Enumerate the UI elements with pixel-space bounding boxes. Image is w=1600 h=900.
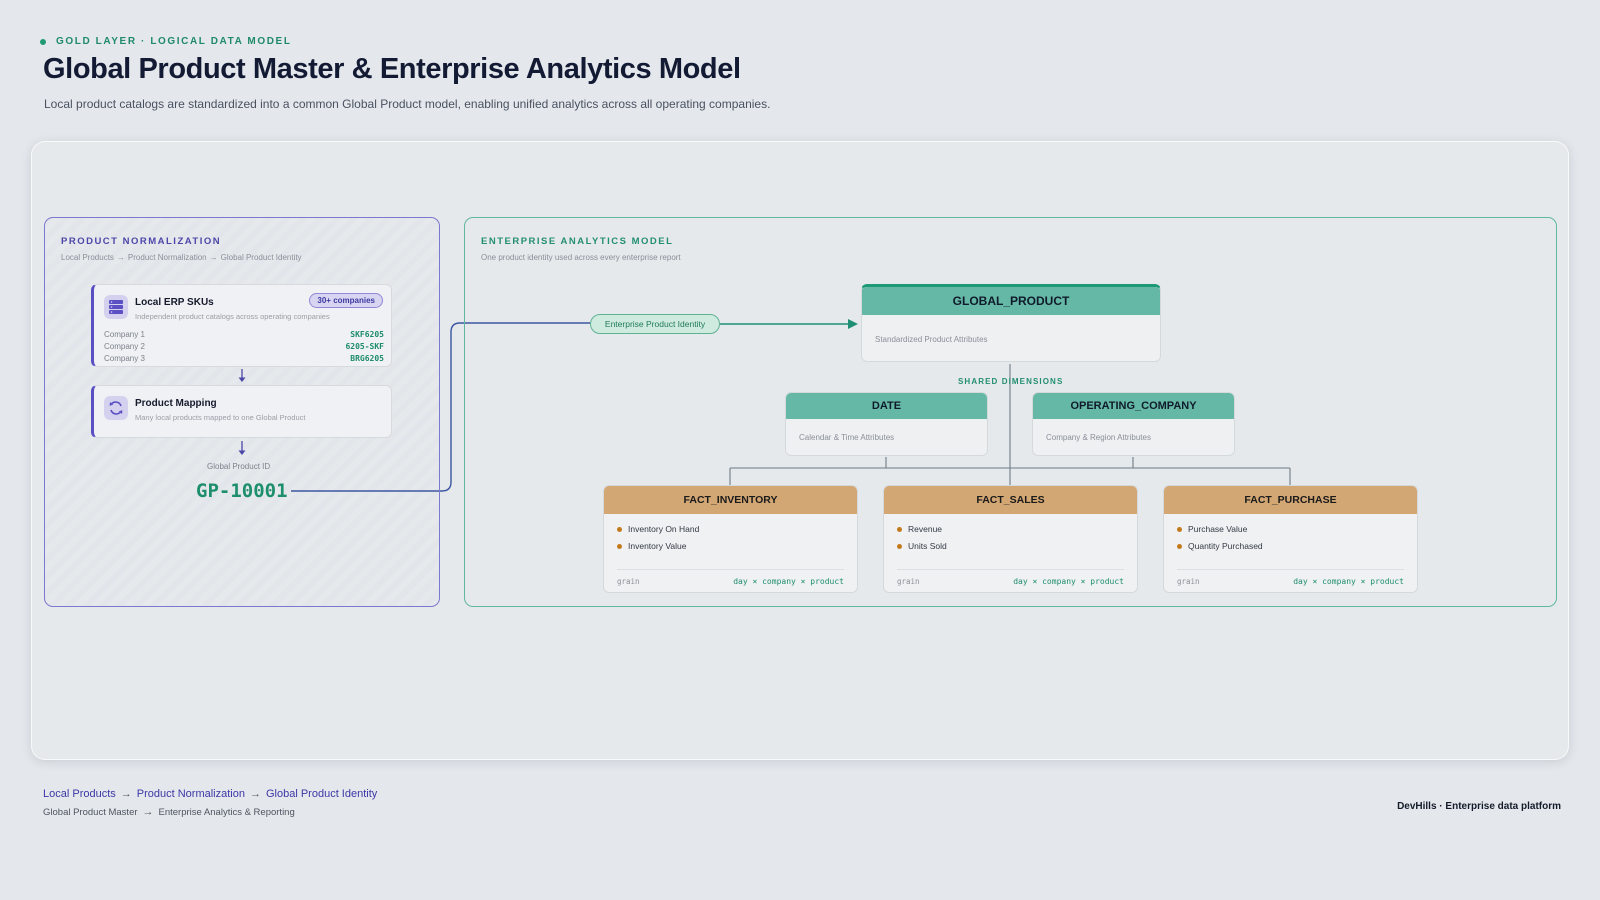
bullet-icon: [1177, 526, 1182, 532]
date-dimension[interactable]: DATE Calendar & Time Attributes: [785, 392, 988, 456]
entity-header: GLOBAL_PRODUCT: [862, 287, 1160, 315]
grain-value: day × company × product: [1293, 577, 1404, 586]
sku-row: Company 2 6205-SKF: [104, 342, 384, 351]
bullet-icon: [617, 543, 622, 549]
sku-code: 6205-SKF: [345, 342, 384, 351]
measure-item: Quantity Purchased: [1177, 541, 1263, 551]
fact-inventory-table[interactable]: FACT_INVENTORY Inventory On Hand Invento…: [603, 485, 858, 593]
page-title: Global Product Master & Enterprise Analy…: [43, 53, 741, 85]
arrow-right-icon: →: [116, 253, 125, 262]
company-name: Company 1: [104, 330, 145, 339]
arrow-down-icon: [238, 441, 246, 455]
sku-row: Company 1 SKF6205: [104, 330, 384, 339]
erp-card-title: Local ERP SKUs: [135, 297, 214, 308]
grain-row: grain day × company × product: [1177, 569, 1404, 586]
fact-sales-table[interactable]: FACT_SALES Revenue Units Sold grain day …: [883, 485, 1138, 593]
bullet-icon: [897, 543, 902, 549]
mapping-card-subtitle: Many local products mapped to one Global…: [135, 413, 306, 422]
sku-code: SKF6205: [350, 330, 384, 339]
normalization-caption: Local Products → Product Normalization → Glo…: [61, 253, 302, 262]
bullet-icon: [897, 526, 902, 532]
local-erp-skus-card[interactable]: Local ERP SKUs 30+ companies Independent…: [91, 284, 392, 367]
sub-flow-item: Enterprise Analytics & Reporting: [158, 806, 295, 818]
sync-icon: [104, 396, 128, 420]
server-stack-icon: [104, 295, 128, 319]
entity-header: DATE: [786, 393, 987, 419]
fact-purchase-table[interactable]: FACT_PURCHASE Purchase Value Quantity Pu…: [1163, 485, 1418, 593]
caption-step-2: Product Normalization: [127, 253, 207, 262]
measure-item: Inventory On Hand: [617, 524, 699, 534]
measure-label: Inventory On Hand: [628, 524, 700, 534]
operating-company-dimension[interactable]: OPERATING_COMPANY Company & Region Attri…: [1032, 392, 1235, 456]
arrow-right-icon: →: [142, 806, 154, 818]
company-name: Company 2: [104, 342, 145, 351]
normalization-title: PRODUCT NORMALIZATION: [61, 236, 222, 247]
measure-label: Revenue: [908, 524, 943, 534]
analytics-title: ENTERPRISE ANALYTICS MODEL: [481, 236, 674, 247]
footer-flow-breadcrumb: Local Products → Product Normalization →…: [43, 788, 377, 800]
erp-card-subtitle: Independent product catalogs across oper…: [135, 312, 330, 321]
product-mapping-card[interactable]: Product Mapping Many local products mapp…: [91, 385, 392, 438]
shared-dimensions-label: SHARED DIMENSIONS: [958, 377, 1064, 386]
page-subtitle: Local product catalogs are standardized …: [44, 97, 771, 111]
arrow-right-icon: →: [249, 788, 261, 800]
caption-step-3: Global Product Identity: [220, 253, 302, 262]
measure-label: Purchase Value: [1188, 524, 1248, 534]
grain-key: grain: [617, 577, 640, 586]
enterprise-product-identity-pill: Enterprise Product Identity: [590, 314, 720, 334]
arrow-right-icon: →: [209, 253, 218, 262]
measure-item: Inventory Value: [617, 541, 686, 551]
eyebrow: GOLD LAYER · LOGICAL DATA MODEL: [40, 36, 292, 47]
measure-item: Units Sold: [897, 541, 947, 551]
entity-description: Standardized Product Attributes: [875, 335, 988, 344]
fact-header: FACT_INVENTORY: [604, 486, 857, 514]
grain-value: day × company × product: [1013, 577, 1124, 586]
bullet-icon: [1177, 543, 1182, 549]
breadcrumb-item[interactable]: Product Normalization: [137, 788, 245, 800]
mapping-card-title: Product Mapping: [135, 398, 217, 409]
breadcrumb-item[interactable]: Local Products: [43, 788, 116, 800]
bullet-icon: [617, 526, 622, 532]
fact-header: FACT_SALES: [884, 486, 1137, 514]
status-dot: [40, 38, 46, 45]
arrow-right-icon: →: [120, 788, 132, 800]
companies-badge: 30+ companies: [309, 293, 383, 308]
eyebrow-label: GOLD LAYER · LOGICAL DATA MODEL: [56, 36, 292, 47]
entity-header: OPERATING_COMPANY: [1033, 393, 1234, 419]
measure-item: Purchase Value: [1177, 524, 1247, 534]
grain-key: grain: [1177, 577, 1200, 586]
analytics-caption: One product identity used across every e…: [481, 253, 681, 262]
footer-sub-flow: Global Product Master → Enterprise Analy…: [43, 806, 295, 818]
global-product-entity[interactable]: GLOBAL_PRODUCT Standardized Product Attr…: [861, 284, 1161, 362]
entity-description: Company & Region Attributes: [1046, 433, 1151, 442]
sku-code: BRG6205: [350, 354, 384, 363]
company-name: Company 3: [104, 354, 145, 363]
breadcrumb-item[interactable]: Global Product Identity: [266, 788, 377, 800]
grain-key: grain: [897, 577, 920, 586]
global-product-id-label: Global Product ID: [207, 462, 271, 471]
grain-row: grain day × company × product: [617, 569, 844, 586]
measure-label: Quantity Purchased: [1188, 541, 1263, 551]
sku-row: Company 3 BRG6205: [104, 354, 384, 363]
entity-description: Calendar & Time Attributes: [799, 433, 895, 442]
measure-label: Units Sold: [908, 541, 947, 551]
sub-flow-item: Global Product Master: [43, 806, 138, 818]
caption-step-1: Local Products: [61, 253, 114, 262]
grain-row: grain day × company × product: [897, 569, 1124, 586]
measure-label: Inventory Value: [628, 541, 687, 551]
arrow-down-icon: [238, 369, 246, 382]
fact-header: FACT_PURCHASE: [1164, 486, 1417, 514]
brand-label: DevHills · Enterprise data platform: [1397, 801, 1561, 812]
global-product-id-value: GP-10001: [196, 480, 288, 502]
grain-value: day × company × product: [733, 577, 844, 586]
measure-item: Revenue: [897, 524, 942, 534]
